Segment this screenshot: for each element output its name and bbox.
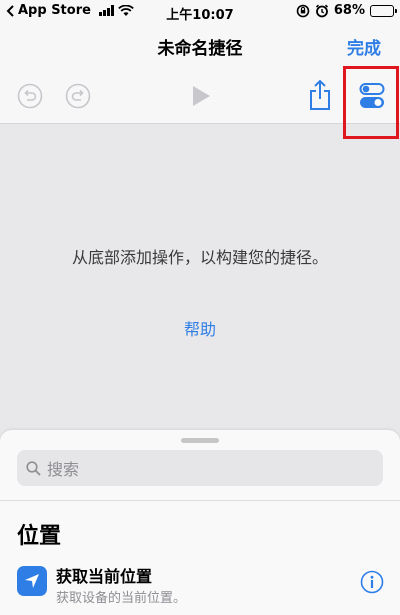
run-button[interactable] — [188, 83, 214, 109]
info-button[interactable] — [360, 570, 384, 594]
info-icon — [360, 570, 384, 594]
alarm-icon — [315, 4, 328, 17]
play-icon — [193, 86, 210, 106]
status-bar-right: 68% — [296, 3, 397, 18]
battery-icon — [370, 4, 397, 17]
status-bar: App Store 上午10:07 68% — [0, 0, 400, 24]
highlight-annotation — [343, 66, 399, 139]
undo-button[interactable] — [17, 83, 43, 109]
location-arrow-icon — [17, 566, 47, 596]
search-input[interactable]: 搜索 — [17, 450, 383, 486]
share-icon — [310, 79, 330, 110]
sheet-grabber[interactable] — [181, 438, 219, 443]
help-link[interactable]: 帮助 — [0, 316, 400, 340]
rotation-lock-icon — [296, 4, 310, 17]
battery-percent: 68% — [333, 3, 365, 18]
page-title[interactable]: 未命名捷径 — [0, 34, 400, 59]
divider — [0, 500, 400, 501]
redo-button[interactable] — [65, 83, 91, 109]
search-placeholder: 搜索 — [47, 460, 80, 479]
redo-icon — [65, 83, 91, 109]
action-subtitle: 获取设备的当前位置。 — [56, 591, 187, 606]
section-title: 位置 — [17, 524, 62, 549]
nav-bar: 未命名捷径 完成 — [0, 24, 400, 68]
actions-sheet: 搜索 位置 获取当前位置 获取设备的当前位置。 — [0, 430, 400, 615]
done-button[interactable]: 完成 — [347, 34, 381, 59]
undo-icon — [17, 83, 43, 109]
editor-toolbar — [0, 68, 400, 124]
action-title: 获取当前位置 — [56, 567, 153, 586]
action-item-get-location[interactable]: 获取当前位置 获取设备的当前位置。 — [0, 560, 400, 610]
search-icon — [26, 460, 41, 476]
share-button[interactable] — [306, 78, 334, 112]
empty-state-message: 从底部添加操作，以构建您的捷径。 — [71, 248, 328, 267]
